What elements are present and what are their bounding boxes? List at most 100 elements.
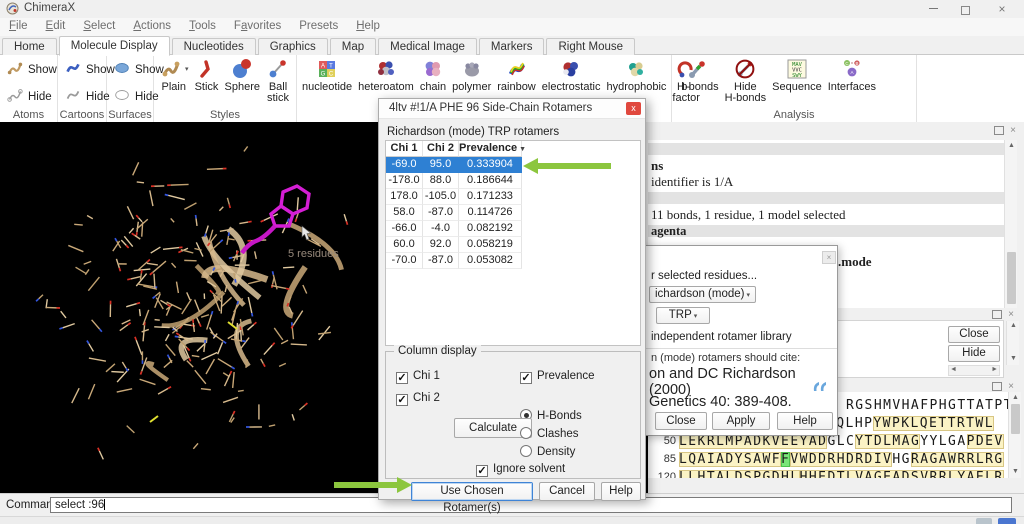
density-radio[interactable]: Density [520, 444, 575, 458]
ribbon-item-heteroatom[interactable]: heteroatom [355, 57, 417, 104]
checkbox-icon[interactable]: ✓ [520, 372, 532, 384]
dialog-title-bar[interactable]: 4ltv #!1/A PHE 96 Side-Chain Rotamers x [379, 99, 645, 119]
scroll-left-icon[interactable]: ◄ [950, 366, 957, 373]
tab-right-mouse[interactable]: Right Mouse [546, 38, 635, 56]
table-row[interactable]: 58.0-87.00.114726 [386, 205, 640, 221]
scrollbar-thumb[interactable] [1011, 404, 1020, 434]
checkbox-icon[interactable]: ✓ [396, 394, 408, 406]
table-row[interactable]: -70.0-87.00.053082 [386, 253, 640, 269]
checkbox-icon[interactable]: ✓ [476, 465, 488, 477]
float-icon[interactable] [994, 126, 1004, 135]
ribbon-item-h-bonds[interactable]: H-bonds [674, 57, 722, 104]
ribbon-item-rainbow[interactable]: rainbow [494, 57, 539, 104]
prevalence-checkbox[interactable]: ✓Prevalence [520, 368, 595, 384]
cancel-button[interactable]: Cancel [539, 482, 595, 501]
table-row[interactable]: -178.088.00.186644 [386, 173, 640, 189]
menu-item-help[interactable]: Help [347, 18, 389, 34]
scroll-up-icon[interactable]: ▲ [1005, 142, 1018, 149]
menu-item-edit[interactable]: Edit [37, 18, 75, 34]
scroll-right-icon[interactable]: ► [991, 366, 998, 373]
v-scrollbar[interactable]: ▲ ▼ [1006, 321, 1019, 365]
status-icon[interactable] [976, 518, 992, 524]
close-icon[interactable]: × [1010, 127, 1016, 135]
surfaces-hide[interactable]: Hide [113, 86, 149, 107]
float-icon[interactable] [992, 310, 1002, 319]
table-row[interactable]: 178.0-105.00.171233 [386, 189, 640, 205]
scroll-down-icon[interactable]: ▼ [1009, 468, 1022, 475]
table-row[interactable]: 60.092.00.058219 [386, 237, 640, 253]
ribbon-item-sphere[interactable]: Sphere [222, 57, 263, 104]
menu-item-actions[interactable]: Actions [124, 18, 180, 34]
atoms-show[interactable]: Show [6, 59, 53, 80]
scroll-up-icon[interactable]: ▲ [1007, 322, 1020, 329]
checkbox-icon[interactable]: ✓ [396, 372, 408, 384]
atoms-hide[interactable]: Hide [6, 86, 53, 107]
chi1-checkbox[interactable]: ✓Chi 1 [396, 368, 440, 384]
ribbon-item-sequence[interactable]: MAVVVCSWYSequence [769, 57, 825, 104]
cartoons-show[interactable]: Show [64, 59, 102, 80]
header-label: Chi 2 [427, 142, 454, 154]
sequence-scrollbar[interactable]: ▲ ▼ [1008, 392, 1021, 478]
close-icon[interactable]: × [822, 251, 836, 264]
ribbon-item-chain[interactable]: chain [417, 57, 449, 104]
ribbon-item-polymer[interactable]: polymer [449, 57, 494, 104]
close-icon[interactable]: x [626, 102, 641, 115]
menu-item-select[interactable]: Select [74, 18, 124, 34]
radio-icon[interactable] [520, 427, 532, 439]
close-icon[interactable]: × [989, 2, 1015, 16]
close-icon[interactable]: × [1008, 311, 1014, 319]
apply-button[interactable]: Apply [712, 412, 770, 430]
menu-item-tools[interactable]: Tools [180, 18, 225, 34]
chi2-checkbox[interactable]: ✓Chi 2 [396, 390, 440, 406]
tab-molecule-display[interactable]: Molecule Display [59, 36, 170, 56]
quote-icon[interactable] [811, 380, 828, 397]
cartoons-hide[interactable]: Hide [64, 86, 102, 107]
menu-item-presets[interactable]: Presets [290, 18, 347, 34]
restore-icon[interactable] [952, 2, 978, 16]
ribbon-item-electrostatic[interactable]: electrostatic [539, 57, 604, 104]
library-dropdown[interactable]: ichardson (mode)▾ [649, 286, 756, 303]
tab-medical-image[interactable]: Medical Image [378, 38, 477, 56]
float-icon[interactable] [992, 382, 1002, 391]
tab-graphics[interactable]: Graphics [258, 38, 328, 56]
h-scrollbar[interactable]: ◄ ► [948, 365, 1000, 376]
close-icon[interactable]: × [1008, 383, 1014, 391]
menu-item-favorites[interactable]: Favorites [225, 18, 290, 34]
radio-icon[interactable] [520, 445, 532, 457]
close-button[interactable]: Close [655, 412, 707, 430]
scroll-up-icon[interactable]: ▲ [1009, 394, 1022, 401]
scroll-down-icon[interactable]: ▼ [1007, 355, 1020, 362]
tab-home[interactable]: Home [2, 38, 57, 56]
ribbon-item-plain[interactable]: ▾Plain [156, 57, 192, 104]
hide-button[interactable]: Hide [948, 345, 1000, 362]
ribbon-item-nucleotide[interactable]: ATGCnucleotide [299, 57, 355, 104]
ribbon-item-ball-stick[interactable]: Ball stick [263, 57, 293, 104]
surfaces-show[interactable]: Show [113, 59, 149, 80]
ribbon-item-hydrophobic[interactable]: hydrophobic [603, 57, 669, 104]
log-scrollbar[interactable]: ▲ [1004, 140, 1017, 316]
column-header-prevalence[interactable]: Prevalence▼ [459, 141, 522, 157]
help-button[interactable]: Help [777, 412, 833, 430]
column-header-chi-2[interactable]: Chi 2 [423, 141, 459, 157]
close-button[interactable]: Close [948, 326, 1000, 343]
ignore-solvent-checkbox[interactable]: ✓Ignore solvent [476, 461, 565, 477]
table-cell: 0.053082 [459, 253, 522, 269]
tab-nucleotides[interactable]: Nucleotides [172, 38, 256, 56]
ribbon-item-hide-h-bonds[interactable]: Hide H-bonds [722, 57, 770, 104]
residue-type-dropdown[interactable]: TRP▾ [656, 307, 710, 324]
table-row[interactable]: -66.0-4.00.082192 [386, 221, 640, 237]
table-cell: 58.0 [386, 205, 423, 221]
scrollbar-thumb[interactable] [1007, 252, 1016, 304]
minimize-icon[interactable] [920, 2, 946, 16]
ribbon-item-stick[interactable]: Stick [192, 57, 222, 104]
tab-map[interactable]: Map [330, 38, 376, 56]
menu-item-file[interactable]: File [0, 18, 37, 34]
help-button[interactable]: Help [601, 482, 641, 501]
clashes-radio[interactable]: Clashes [520, 426, 579, 440]
column-header-chi-1[interactable]: Chi 1 [386, 141, 423, 157]
ribbon-item-interfaces[interactable]: CBAInterfaces [825, 57, 879, 104]
tab-markers[interactable]: Markers [479, 38, 545, 56]
table-cell: 0.171233 [459, 189, 522, 205]
use-chosen-rotamer-button[interactable]: Use Chosen Rotamer(s) [411, 482, 533, 501]
status-icon-blue[interactable] [998, 518, 1016, 524]
